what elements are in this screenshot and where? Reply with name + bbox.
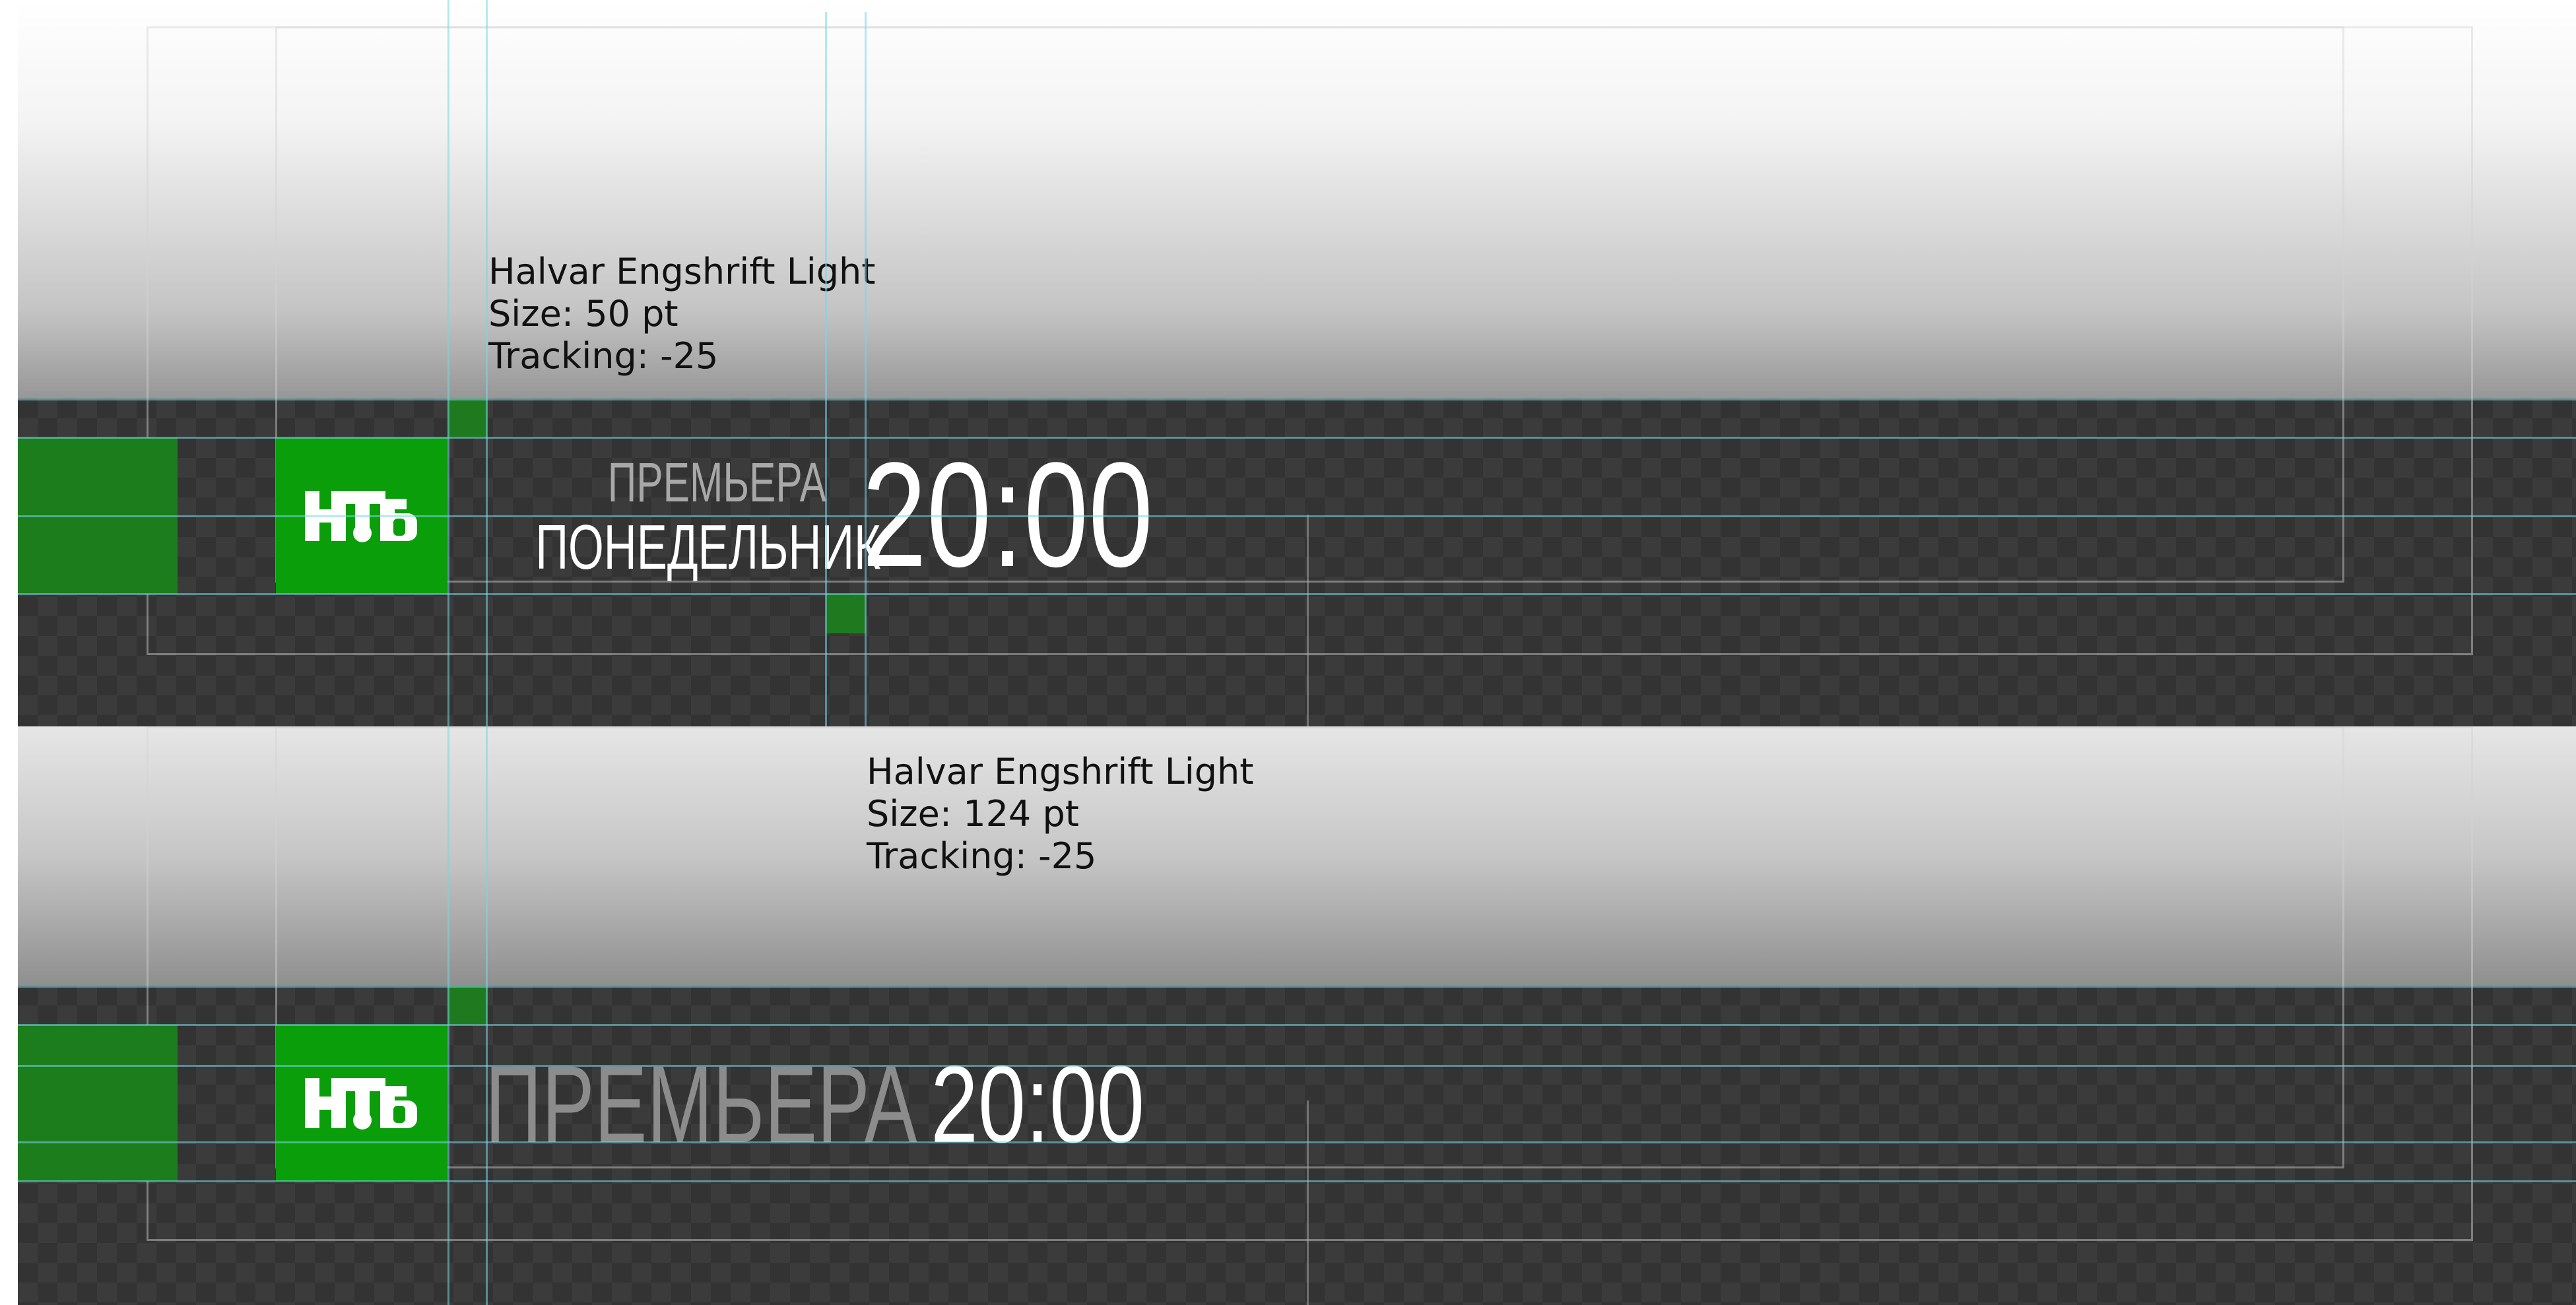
spacing-marker-2a xyxy=(447,986,487,1025)
guide-vertical xyxy=(486,0,488,1305)
font-name-text: Halvar Engshrift Light xyxy=(488,251,876,292)
premiere-label-1: ПРЕМЬЕРА xyxy=(607,451,826,513)
center-marker-1 xyxy=(1307,515,1309,726)
font-tracking-text: Tracking: -25 xyxy=(488,335,719,377)
font-size-text: Size: 50 pt xyxy=(488,293,678,334)
side-green-block-2 xyxy=(18,1025,178,1181)
guide-vertical xyxy=(825,12,827,726)
font-spec-annotation-top: Halvar Engshrift Light Size: 50 pt Track… xyxy=(488,251,875,377)
ntv-logo-2 xyxy=(276,1025,447,1181)
font-spec-annotation-mid: Halvar Engshrift Light Size: 124 pt Trac… xyxy=(867,751,1253,877)
guide-vertical xyxy=(865,12,867,726)
guide-horizontal xyxy=(18,515,2576,517)
font-size-text: Size: 124 pt xyxy=(867,793,1079,835)
guide-horizontal xyxy=(18,398,2576,400)
guide-horizontal xyxy=(18,1065,2576,1067)
weekday-label: ПОНЕДЕЛЬНИК xyxy=(535,512,881,583)
font-tracking-text: Tracking: -25 xyxy=(867,835,1097,877)
guide-vertical xyxy=(447,0,449,1305)
spacing-marker-1a xyxy=(447,398,487,437)
guide-horizontal xyxy=(18,593,2576,595)
guide-horizontal xyxy=(18,1180,2576,1182)
time-label-1: 20:00 xyxy=(862,431,1154,598)
spacing-marker-1b xyxy=(826,594,866,633)
guide-horizontal xyxy=(18,1141,2576,1143)
guide-horizontal xyxy=(18,437,2576,439)
ntv-logo-mark-icon xyxy=(305,1077,417,1130)
guide-horizontal xyxy=(18,1024,2576,1026)
font-name-text: Halvar Engshrift Light xyxy=(867,751,1254,792)
center-marker-2 xyxy=(1307,1100,1309,1305)
guide-horizontal xyxy=(18,986,2576,988)
